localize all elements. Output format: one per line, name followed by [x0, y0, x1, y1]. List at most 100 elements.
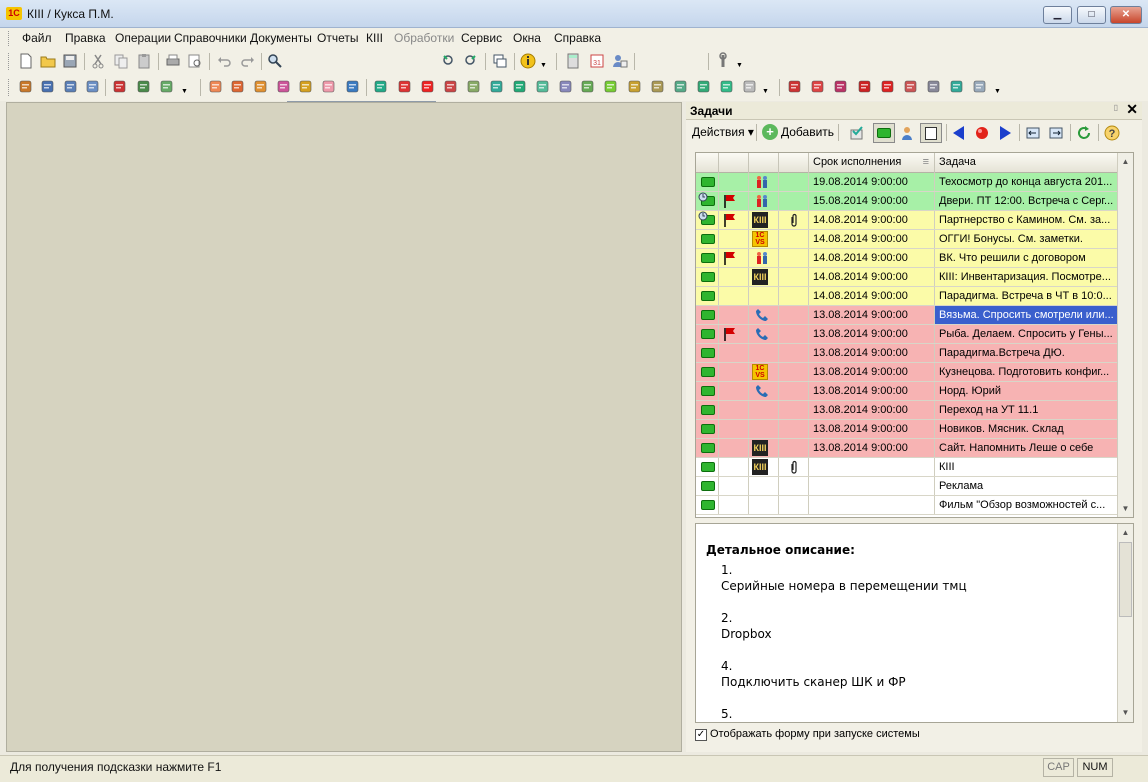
catalog-icon[interactable]: [39, 78, 57, 96]
menu-item-1[interactable]: Правка: [65, 31, 106, 45]
edit-icon[interactable]: [158, 78, 176, 96]
print-preview-icon[interactable]: [186, 52, 204, 70]
report-icon[interactable]: [511, 78, 529, 96]
table-row[interactable]: 13.08.2014 9:00:00 Норд. Юрий: [696, 382, 1118, 401]
menu-item-6[interactable]: КIII: [366, 31, 383, 45]
sigma-report-icon[interactable]: [786, 78, 804, 96]
invoice-icon[interactable]: [344, 78, 362, 96]
move-icon[interactable]: [557, 78, 575, 96]
menu-item-2[interactable]: Операции: [115, 31, 171, 45]
people-report-icon[interactable]: [809, 78, 827, 96]
user-icon[interactable]: [898, 124, 916, 142]
col-type-header[interactable]: [749, 153, 779, 173]
redo-icon[interactable]: [238, 52, 256, 70]
col-deadline-header[interactable]: Срок исполнения ≡: [809, 153, 935, 173]
info-dropdown-icon[interactable]: ▼: [540, 62, 547, 69]
scroll-down-icon[interactable]: ▼: [1118, 704, 1133, 721]
goods-transfer-icon[interactable]: [252, 78, 270, 96]
cut-icon[interactable]: [89, 52, 107, 70]
reports-dropdown-icon[interactable]: ▼: [994, 88, 1001, 95]
price-icon[interactable]: [320, 78, 338, 96]
table-row[interactable]: 13.08.2014 9:00:00 Рыба. Делаем. Спросить…: [696, 325, 1118, 344]
menu-item-10[interactable]: Справка: [554, 31, 601, 45]
table-row[interactable]: 15.08.2014 9:00:00 Двери. ПТ 12:00. Встре…: [696, 192, 1118, 211]
docs-dropdown-icon[interactable]: ▼: [181, 88, 188, 95]
add-icon[interactable]: +: [762, 124, 778, 140]
calc-icon[interactable]: [672, 78, 690, 96]
user-settings-icon[interactable]: [611, 52, 629, 70]
table-row[interactable]: 1C VS 13.08.2014 9:00:00 Кузнецова. Подгото…: [696, 363, 1118, 382]
copy-icon[interactable]: [112, 52, 130, 70]
table-row[interactable]: КIII 14.08.2014 9:00:00 Партнерство с Ками…: [696, 211, 1118, 230]
order-status-icon[interactable]: [396, 78, 414, 96]
approve-icon[interactable]: [948, 78, 966, 96]
sigma-icon[interactable]: [902, 78, 920, 96]
record-icon[interactable]: [973, 124, 991, 142]
table-row[interactable]: КIII 14.08.2014 9:00:00 КIII: Инвентаризац…: [696, 268, 1118, 287]
wrench-dropdown-icon[interactable]: ▼: [736, 62, 743, 69]
money-icon[interactable]: [488, 78, 506, 96]
move-left-icon[interactable]: [1024, 124, 1042, 142]
col-task-header[interactable]: Задача: [935, 153, 1118, 173]
cursor-icon[interactable]: [971, 78, 989, 96]
table-row[interactable]: Фильм "Обзор возможностей с...: [696, 496, 1118, 515]
table-row[interactable]: 13.08.2014 9:00:00 Новиков. Мясник. Склад: [696, 420, 1118, 439]
menu-item-4[interactable]: Документы: [250, 31, 312, 45]
info-icon[interactable]: [519, 52, 537, 70]
settings-icon[interactable]: [718, 78, 736, 96]
green-filter-icon[interactable]: [873, 123, 895, 143]
menu-item-7[interactable]: Обработки: [394, 31, 454, 45]
payment-icon[interactable]: [419, 78, 437, 96]
new-document-icon[interactable]: [17, 52, 35, 70]
scroll-down-icon[interactable]: ▼: [1118, 500, 1133, 517]
next-icon[interactable]: [996, 124, 1014, 142]
documents-icon[interactable]: [62, 78, 80, 96]
people-icon[interactable]: [111, 78, 129, 96]
move-right-icon[interactable]: [1047, 124, 1065, 142]
tools-dropdown-icon[interactable]: ▼: [762, 88, 769, 95]
menu-item-5[interactable]: Отчеты: [317, 31, 358, 45]
table-icon[interactable]: [135, 78, 153, 96]
print-icon[interactable]: [164, 52, 182, 70]
table-row[interactable]: 13.08.2014 9:00:00 Вязьма. Спросить смотр…: [696, 306, 1118, 325]
export-icon[interactable]: [741, 78, 759, 96]
mark-done-icon[interactable]: [848, 124, 866, 142]
ledger-icon[interactable]: [695, 78, 713, 96]
check-icon[interactable]: [626, 78, 644, 96]
scroll-up-icon[interactable]: ▲: [1118, 524, 1133, 541]
table-row[interactable]: 13.08.2014 9:00:00 Парадигма.Встреча ДЮ.: [696, 344, 1118, 363]
menu-item-9[interactable]: Окна: [513, 31, 541, 45]
analysis-icon[interactable]: [832, 78, 850, 96]
chart-icon[interactable]: [879, 78, 897, 96]
bank-icon[interactable]: [465, 78, 483, 96]
undo-icon[interactable]: [216, 52, 234, 70]
copy-report-icon[interactable]: [925, 78, 943, 96]
save-icon[interactable]: [61, 52, 79, 70]
order-icon[interactable]: [372, 78, 390, 96]
previous-icon[interactable]: [950, 124, 968, 142]
menu-item-3[interactable]: Справочники: [174, 31, 247, 45]
menu-item-8[interactable]: Сервис: [461, 31, 502, 45]
maximize-button[interactable]: □: [1077, 6, 1106, 24]
table-row[interactable]: 1C VS 14.08.2014 9:00:00 ОГГИ! Бонусы. См. …: [696, 230, 1118, 249]
refresh-icon[interactable]: [1075, 124, 1093, 142]
panel-close-icon[interactable]: ✕: [1126, 101, 1138, 118]
goods-receipt-icon[interactable]: [207, 78, 225, 96]
close-button[interactable]: ✕: [1110, 6, 1142, 24]
minimize-button[interactable]: ▁: [1043, 6, 1072, 24]
scroll-thumb[interactable]: [1119, 542, 1132, 617]
add-button[interactable]: Добавить: [781, 125, 834, 139]
search-icon[interactable]: [266, 52, 284, 70]
calendar-icon[interactable]: 31: [588, 52, 606, 70]
table-row[interactable]: 14.08.2014 9:00:00 ВК. Что решили с догов…: [696, 249, 1118, 268]
list-add-icon[interactable]: [602, 78, 620, 96]
help-icon[interactable]: ?: [1103, 124, 1121, 142]
table-scrollbar[interactable]: ▲ ▼: [1117, 153, 1133, 517]
pin-icon[interactable]: ▯: [1114, 103, 1118, 112]
show-on-start-checkbox[interactable]: ✓: [695, 729, 707, 741]
stock-icon[interactable]: [297, 78, 315, 96]
scroll-up-icon[interactable]: ▲: [1118, 153, 1133, 170]
return-icon[interactable]: [534, 78, 552, 96]
table-row[interactable]: КIII КIII: [696, 458, 1118, 477]
windows-icon[interactable]: [491, 52, 509, 70]
